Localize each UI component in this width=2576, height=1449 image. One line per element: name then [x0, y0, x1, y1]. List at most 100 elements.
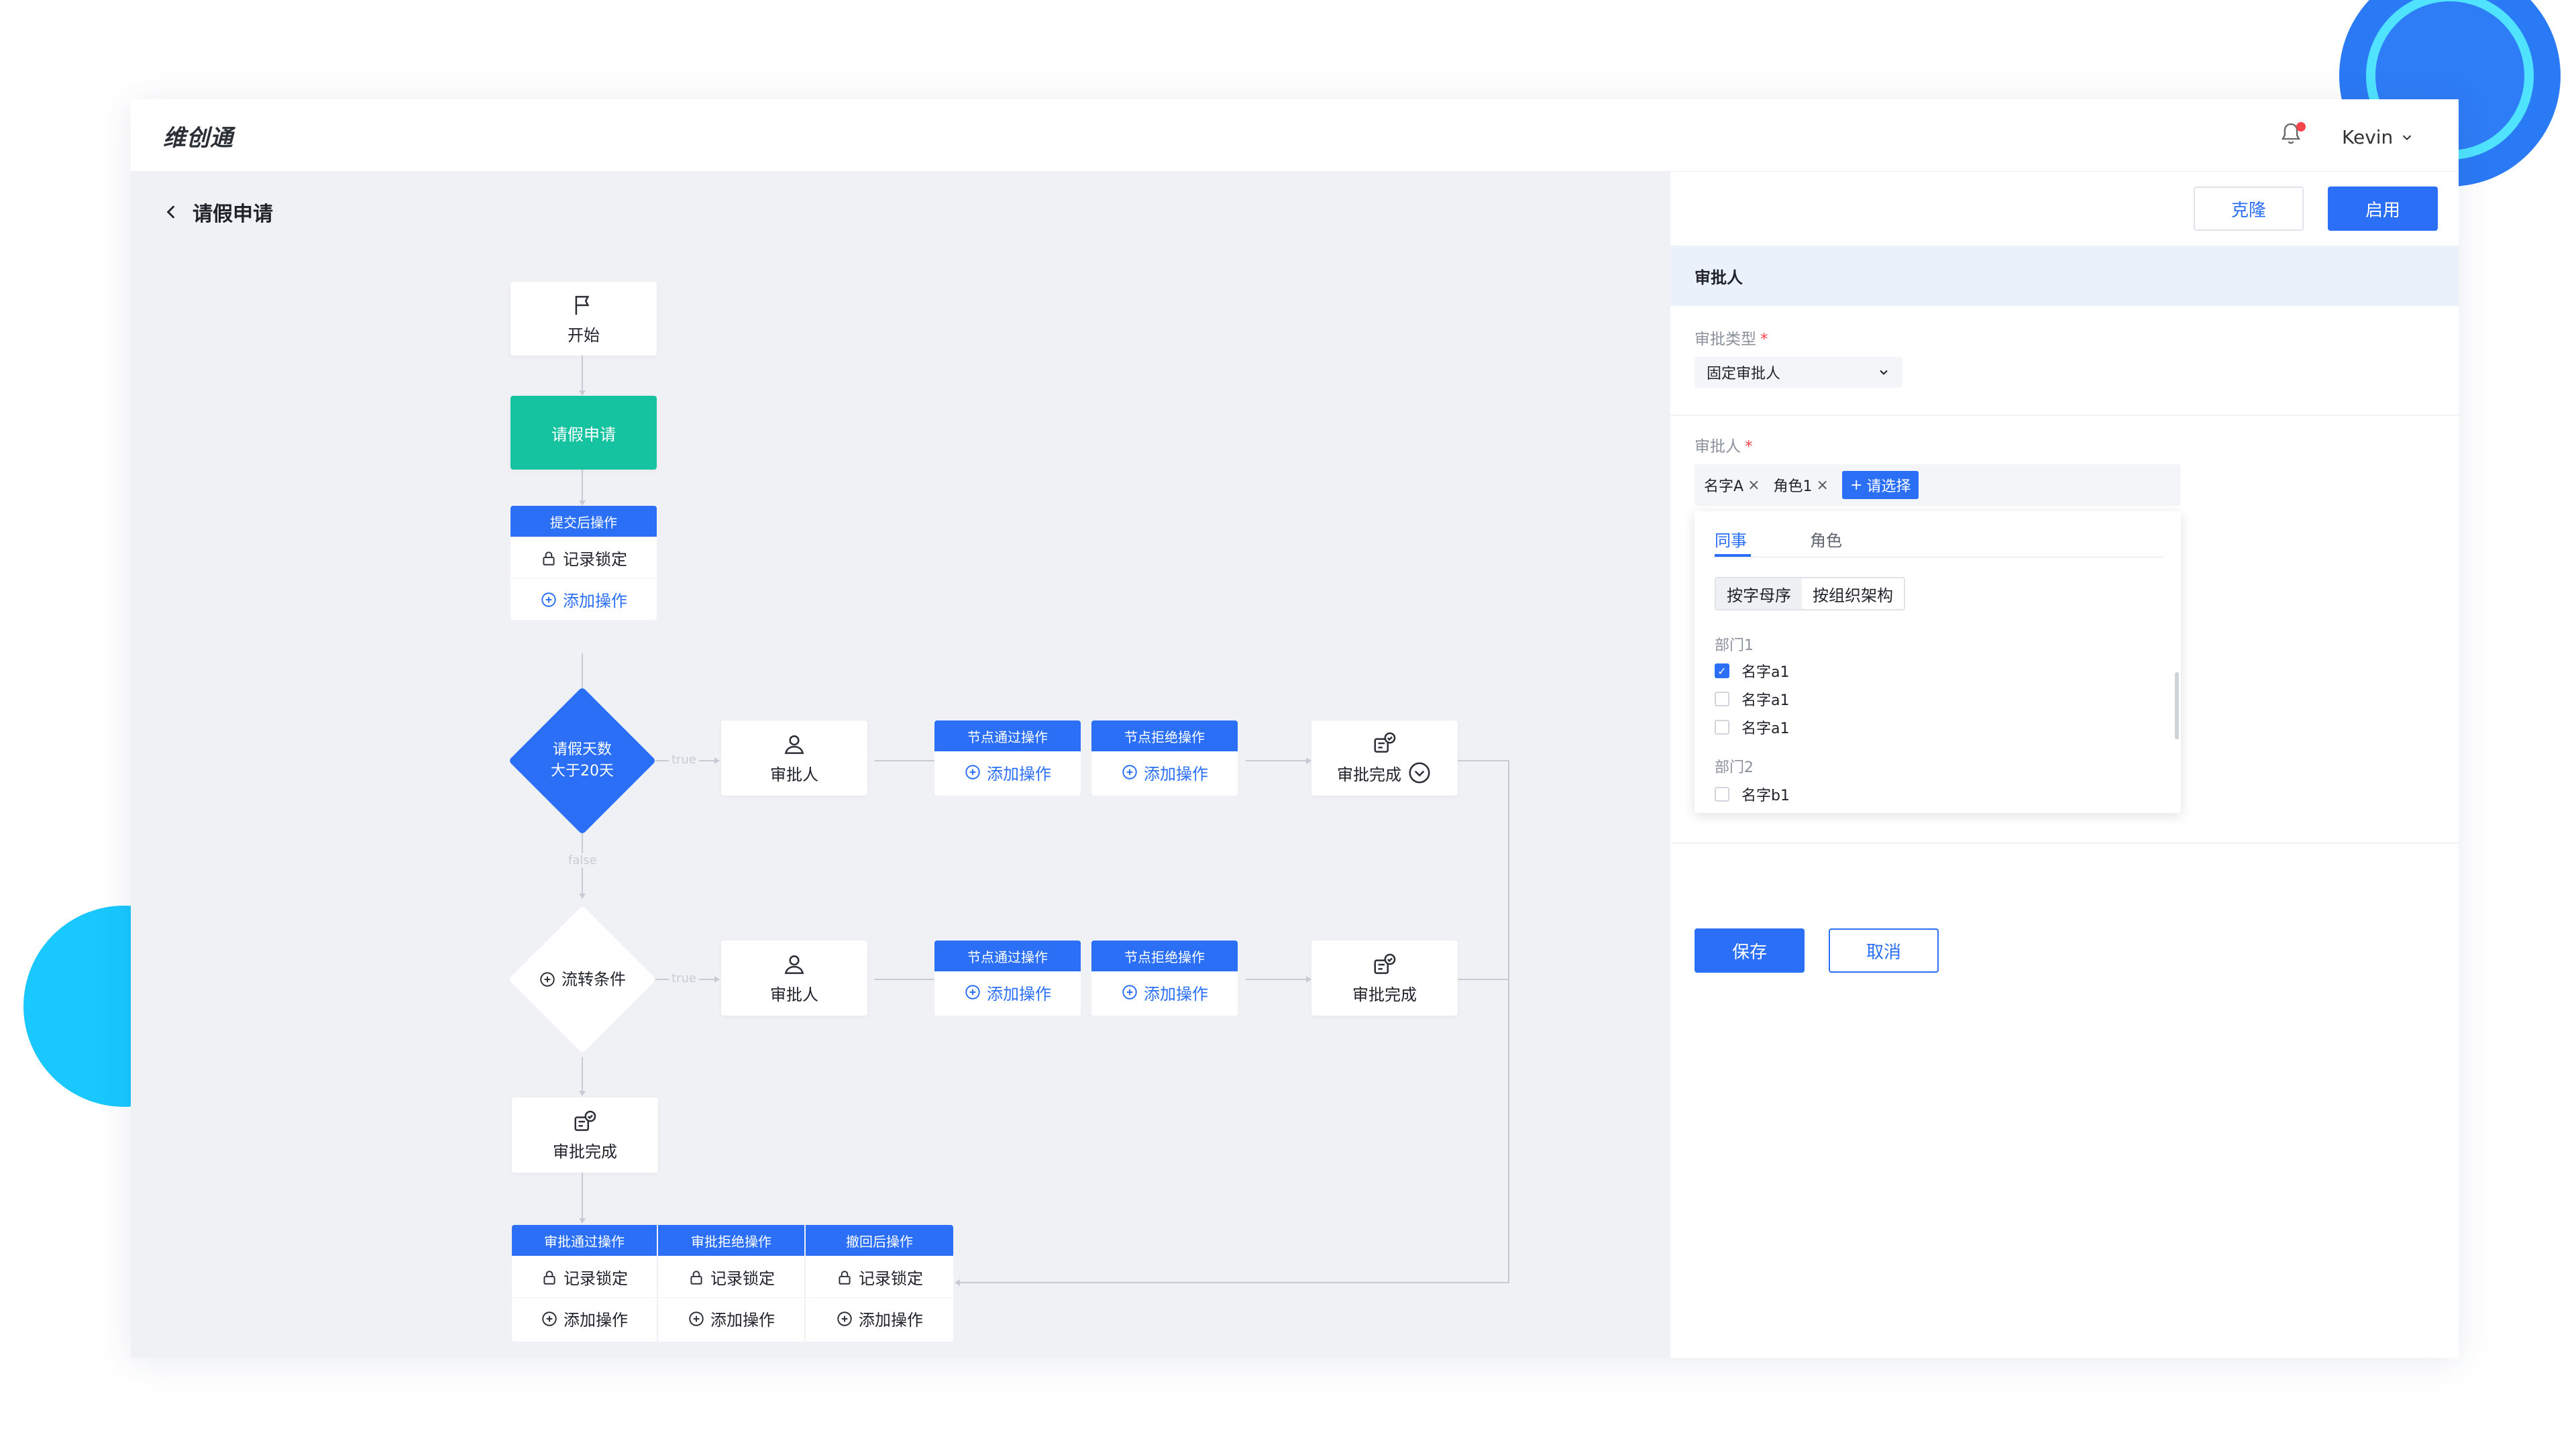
tab-roles[interactable]: 角色 — [1810, 527, 1842, 551]
flag-icon — [575, 295, 590, 315]
chevron-down-icon — [2403, 135, 2412, 140]
add-op-button[interactable]: 添加操作 — [511, 578, 657, 620]
add-op-button[interactable]: 添加操作 — [512, 1297, 657, 1339]
properties-panel: 克隆 启用 审批人 审批类型 * 固定审批人 审批人 * 名字A × 角色1 × + 请选… — [1670, 172, 2459, 1358]
flow-canvas: 请假申请 开始 请假申请 提交后操作 记录锁定 添加操作 请假天数 大于20天 … — [131, 172, 1670, 1358]
plus-circle-icon — [1122, 985, 1137, 1000]
start-label: 开始 — [568, 325, 600, 345]
plus-circle-icon — [541, 592, 556, 607]
record-lock-row[interactable]: 记录锁定 — [512, 1256, 657, 1297]
record-lock-label: 记录锁定 — [563, 550, 627, 569]
chevron-circle-down-icon[interactable] — [1407, 760, 1432, 786]
condition-text-line1: 请假天数 — [552, 741, 612, 758]
remove-tag-icon[interactable]: × — [1748, 477, 1760, 494]
add-op-label: 添加操作 — [1144, 984, 1208, 1004]
pick-approver-button[interactable]: + 请选择 — [1841, 471, 1919, 499]
checkbox-icon[interactable] — [1715, 787, 1729, 802]
add-op-button[interactable]: 添加操作 — [934, 751, 1081, 793]
condition-label-2: 流转条件 — [515, 963, 649, 996]
divider — [1670, 843, 2459, 844]
ops-title: 审批通过操作 — [512, 1225, 657, 1256]
approve-type-label: 审批类型 * — [1695, 331, 1768, 348]
final-reject-column: 审批拒绝操作 记录锁定 添加操作 — [658, 1225, 806, 1342]
pass-ops-box-2: 节点通过操作 添加操作 — [934, 941, 1081, 1016]
member-name: 名字a1 — [1741, 720, 1790, 737]
condition-text-line2: 大于20天 — [551, 763, 614, 780]
condition-label-1: 请假天数 大于20天 — [515, 729, 649, 793]
record-lock-label: 记录锁定 — [710, 1269, 775, 1288]
segment-alphabetical[interactable]: 按字母序 — [1716, 578, 1802, 609]
add-op-button[interactable]: 添加操作 — [1091, 971, 1238, 1013]
record-lock-row[interactable]: 记录锁定 — [806, 1256, 953, 1297]
ops-title: 审批拒绝操作 — [658, 1225, 804, 1256]
remove-tag-icon[interactable]: × — [1817, 477, 1829, 494]
member-row[interactable]: 名字a1 — [1715, 688, 1789, 710]
approver-tag: 角色1 × — [1773, 476, 1829, 496]
add-op-label: 添加操作 — [987, 984, 1051, 1004]
segment-org[interactable]: 按组织架构 — [1802, 578, 1904, 609]
ops-title: 节点拒绝操作 — [1091, 941, 1238, 971]
add-op-button[interactable]: 添加操作 — [658, 1297, 804, 1339]
user-menu[interactable]: Kevin — [2342, 126, 2414, 148]
pass-ops-box-1: 节点通过操作 添加操作 — [934, 720, 1081, 796]
checkbox-icon[interactable] — [1715, 720, 1729, 735]
done-node-1[interactable]: 审批完成 — [1311, 720, 1458, 796]
lock-icon — [543, 1270, 555, 1285]
cancel-button[interactable]: 取消 — [1829, 928, 1939, 973]
tab-colleagues[interactable]: 同事 — [1715, 527, 1747, 551]
approve-type-select[interactable]: 固定审批人 — [1695, 357, 1902, 388]
clone-button[interactable]: 克隆 — [2194, 186, 2304, 231]
user-icon — [784, 735, 804, 754]
dept-label: 部门2 — [1715, 759, 1754, 776]
approval-done-icon — [574, 1110, 596, 1131]
true-label-1: true — [669, 753, 699, 767]
plus-circle-icon — [965, 985, 980, 1000]
enable-button[interactable]: 启用 — [2328, 186, 2438, 231]
done-label: 审批完成 — [553, 1142, 617, 1161]
done-node-3[interactable]: 审批完成 — [512, 1097, 658, 1173]
add-op-label: 添加操作 — [987, 764, 1051, 784]
checkbox-icon[interactable] — [1715, 692, 1729, 706]
scrollbar[interactable] — [2175, 672, 2179, 739]
approver-node-2[interactable]: 审批人 — [721, 941, 867, 1016]
start-node[interactable]: 开始 — [511, 282, 657, 356]
add-op-label: 添加操作 — [564, 1311, 628, 1330]
record-lock-row[interactable]: 记录锁定 — [658, 1256, 804, 1297]
add-op-label: 添加操作 — [1144, 764, 1208, 784]
app-window: 维创通 Kevin 请假申请 开始 请假申请 提交后操作 记录锁定 添加操作 请… — [131, 99, 2459, 1358]
done-node-2[interactable]: 审批完成 — [1311, 941, 1458, 1016]
member-name: 名字a1 — [1741, 664, 1790, 681]
add-op-button[interactable]: 添加操作 — [1091, 751, 1238, 793]
checkbox-checked-icon[interactable]: ✓ — [1715, 663, 1729, 678]
member-row[interactable]: 名字b1 — [1715, 784, 1790, 805]
approval-done-icon — [1374, 953, 1396, 974]
add-op-button[interactable]: 添加操作 — [934, 971, 1081, 1013]
save-button[interactable]: 保存 — [1695, 928, 1805, 973]
approval-done-icon — [1374, 732, 1396, 753]
ops-title: 节点拒绝操作 — [1091, 720, 1238, 751]
user-icon — [784, 955, 804, 974]
lock-icon — [839, 1270, 851, 1285]
member-row[interactable]: ✓ 名字a1 — [1715, 660, 1789, 682]
add-op-button[interactable]: 添加操作 — [806, 1297, 953, 1339]
top-bar: 维创通 Kevin — [131, 99, 2459, 172]
approve-type-value: 固定审批人 — [1707, 366, 1781, 382]
plus-circle-icon — [540, 972, 555, 987]
approver-node-1[interactable]: 审批人 — [721, 720, 867, 796]
lock-icon — [543, 551, 555, 566]
apply-label: 请假申请 — [551, 425, 616, 444]
add-op-label: 添加操作 — [859, 1311, 923, 1330]
false-label-1: false — [566, 853, 600, 867]
lock-icon — [690, 1270, 702, 1285]
final-pass-column: 审批通过操作 记录锁定 添加操作 — [512, 1225, 658, 1342]
user-name: Kevin — [2342, 126, 2394, 148]
approver-tag-input[interactable]: 名字A × 角色1 × + 请选择 — [1695, 464, 2181, 506]
record-lock-row[interactable]: 记录锁定 — [511, 537, 657, 578]
section-header: 审批人 — [1670, 246, 2459, 306]
true-label-2: true — [669, 971, 699, 985]
record-lock-label: 记录锁定 — [859, 1269, 923, 1288]
plus-icon: + — [1849, 476, 1863, 494]
apply-node[interactable]: 请假申请 — [511, 396, 657, 470]
member-row[interactable]: 名字a1 — [1715, 716, 1789, 738]
chevron-down-icon — [1880, 370, 1888, 375]
